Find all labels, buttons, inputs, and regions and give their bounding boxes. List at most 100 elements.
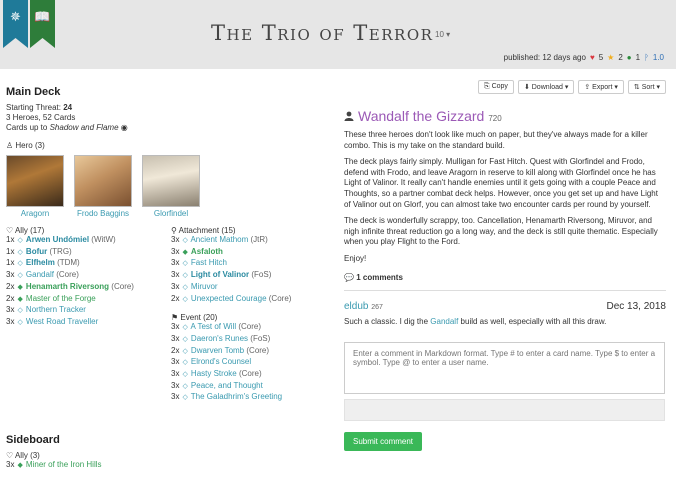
spirit-icon: ◇ <box>17 237 23 244</box>
spirit-icon: ◇ <box>17 248 23 256</box>
spirit-icon: ◇ <box>182 371 188 379</box>
card-link[interactable]: A Test of Will <box>190 322 236 331</box>
card-quantity: 3x <box>6 305 15 315</box>
card-row: 3x ◇ Ancient Mathom (JtR) <box>171 235 336 247</box>
hero-card[interactable]: Frodo Baggins <box>74 155 132 219</box>
user-icon <box>344 111 354 121</box>
card-link[interactable]: Gandalf <box>430 317 458 326</box>
copy-button[interactable]: ⎘ Copy <box>478 80 514 94</box>
hero-heading: ♙ Hero (3) <box>6 141 45 150</box>
spirit-icon: ◇ <box>182 272 188 280</box>
spirit-icon: ◇ <box>182 237 188 244</box>
eye-icon[interactable]: ◉ <box>121 123 128 132</box>
deck-description-panel: ⎘ Copy ⬇ Download ▾ ⇪ Export ▾ ⇅ Sort ▾ … <box>344 80 666 451</box>
card-set: (FoS) <box>250 333 271 343</box>
likes-count: 5 <box>598 53 604 62</box>
card-link[interactable]: Miner of the Iron Hills <box>26 460 102 469</box>
card-row: 2x ◇ Unexpected Courage (Core) <box>171 294 336 306</box>
attachment-list: 3x ◇ Ancient Mathom (JtR) 3x ◆ Asfaloth 3… <box>171 235 336 305</box>
sideboard-heading: Sideboard <box>6 434 60 446</box>
sideboard: Sideboard ♡ Ally (3) 3x ◆ Miner of the I… <box>6 434 102 472</box>
card-link[interactable]: Gandalf <box>26 270 54 279</box>
card-row: 3x ◇ Elrond's Counsel <box>171 357 336 369</box>
author-line: Wandalf the Gizzard 720 <box>344 108 666 124</box>
hero-image-aragorn[interactable] <box>6 155 64 207</box>
comment-input[interactable] <box>344 341 665 394</box>
card-link[interactable]: Peace, and Thought <box>191 381 263 390</box>
card-row: 2x ◆ Henamarth Riversong (Core) <box>6 282 171 294</box>
spirit-icon: ◇ <box>182 295 188 303</box>
hero-image-glorfindel[interactable] <box>142 155 200 207</box>
card-quantity: 2x <box>6 281 15 291</box>
card-set: (TRG) <box>49 246 72 256</box>
lore-ribbon: 📖 <box>30 0 55 48</box>
card-link[interactable]: Light of Valinor <box>191 270 249 279</box>
card-link[interactable]: The Galadhrim's Greeting <box>191 392 282 401</box>
comments-count: 1 <box>635 53 641 62</box>
card-set: (Core) <box>238 322 262 332</box>
spirit-icon: ◇ <box>182 394 188 402</box>
card-quantity: 1x <box>6 235 15 244</box>
card-link[interactable]: Henamarth Riversong <box>26 282 109 291</box>
card-quantity: 3x <box>171 281 180 291</box>
deck-stats: published: 12 days ago ♥ 5 ★ 2 ● 1 ᚹ 1.0 <box>504 53 664 62</box>
hero-icon: ♙ <box>6 141 14 150</box>
heart-icon[interactable]: ♥ <box>590 53 595 62</box>
spirit-icon: ◇ <box>182 347 188 355</box>
hero-card[interactable]: Aragorn <box>6 155 64 219</box>
card-link[interactable]: Elfhelm <box>26 258 55 267</box>
spirit-icon: ◇ <box>182 382 188 390</box>
hero-link[interactable]: Aragorn <box>6 209 64 219</box>
card-row: 1x ◇ Arwen Undómiel (WitW) <box>6 235 171 247</box>
deck-toolbar: ⎘ Copy ⬇ Download ▾ ⇪ Export ▾ ⇅ Sort ▾ <box>344 80 666 94</box>
card-link[interactable]: Asfaloth <box>191 247 223 256</box>
hero-link[interactable]: Frodo Baggins <box>74 209 132 219</box>
card-link[interactable]: Master of the Forge <box>26 294 96 303</box>
spirit-icon: ◇ <box>182 335 188 343</box>
spirit-icon: ◇ <box>17 260 23 268</box>
card-link[interactable]: Fast Hitch <box>191 258 227 267</box>
card-set: (JtR) <box>250 235 268 244</box>
hero-list: Aragorn Frodo Baggins Glorfindel <box>6 155 336 219</box>
card-quantity: 3x <box>171 380 180 390</box>
hero-card[interactable]: Glorfindel <box>142 155 200 219</box>
author-name[interactable]: Wandalf the Gizzard <box>358 108 484 124</box>
export-button[interactable]: ⇪ Export ▾ <box>578 80 624 94</box>
card-quantity: 3x <box>171 246 180 256</box>
card-quantity: 2x <box>6 293 15 303</box>
ally-heading: ♡ Ally (17) <box>6 226 45 235</box>
card-link[interactable]: Daeron's Runes <box>191 334 248 343</box>
card-link[interactable]: Miruvor <box>191 282 218 291</box>
description-paragraph: These three heroes don't look like much … <box>344 130 648 150</box>
hero-link[interactable]: Glorfindel <box>142 209 200 219</box>
author-reputation: 720 <box>488 114 502 123</box>
deck-meta: Starting Threat: 24 3 Heroes, 52 Cards C… <box>6 103 336 133</box>
card-row: 3x ◇ Northern Tracker <box>6 305 171 317</box>
card-quantity: 1x <box>6 258 15 268</box>
card-link[interactable]: Bofur <box>26 247 47 256</box>
card-link[interactable]: Elrond's Counsel <box>191 357 251 366</box>
description-paragraph: The deck is wonderfully scrappy, too. Ca… <box>344 216 658 247</box>
sort-button[interactable]: ⇅ Sort ▾ <box>627 80 666 94</box>
card-link[interactable]: Unexpected Courage <box>191 294 267 303</box>
card-row: 3x ◇ A Test of Will (Core) <box>171 322 336 334</box>
comment-user[interactable]: eldub 267 <box>344 301 383 312</box>
card-link[interactable]: Northern Tracker <box>26 305 86 314</box>
download-button[interactable]: ⬇ Download ▾ <box>517 80 575 94</box>
card-link[interactable]: Ancient Mathom <box>190 235 248 244</box>
submit-comment-button[interactable]: Submit comment <box>344 431 423 451</box>
card-link[interactable]: Arwen Undómiel <box>26 235 89 244</box>
sideboard-ally-heading: ♡ Ally (3) <box>6 451 40 460</box>
star-icon[interactable]: ★ <box>607 53 614 62</box>
cards-up-to-set: Shadow and Flame <box>49 123 119 132</box>
comment-preview <box>344 398 665 421</box>
version-dropdown[interactable]: 10 ▾ <box>435 30 450 39</box>
card-quantity: 3x <box>171 392 180 402</box>
hero-image-frodo[interactable] <box>74 155 132 207</box>
description-paragraph: The deck plays fairly simply. Mulligan f… <box>344 157 658 209</box>
comment: eldub 267 Dec 13, 2018 Such a classic. I… <box>344 301 666 326</box>
threat-label: Starting Threat: <box>6 103 61 112</box>
card-link[interactable]: West Road Traveller <box>26 317 98 326</box>
card-link[interactable]: Dwarven Tomb <box>191 346 244 355</box>
card-link[interactable]: Hasty Stroke <box>191 369 237 378</box>
